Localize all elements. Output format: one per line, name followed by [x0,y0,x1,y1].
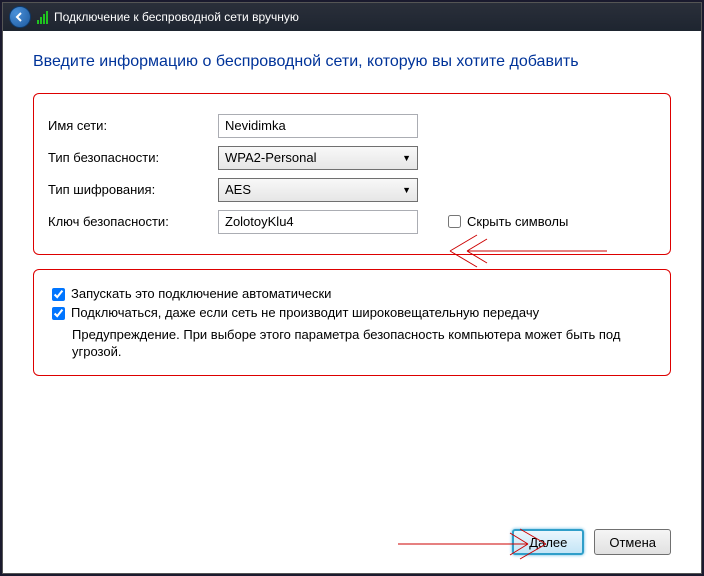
connection-options: Запускать это подключение автоматически … [33,269,671,376]
network-name-label: Имя сети: [48,118,218,133]
chevron-down-icon: ▼ [402,185,411,195]
back-button[interactable] [9,6,31,28]
content-area: Введите информацию о беспроводной сети, … [3,31,701,573]
chevron-down-icon: ▼ [402,153,411,163]
auto-connect-label: Запускать это подключение автоматически [71,286,331,301]
wizard-buttons: Далее Отмена [512,529,671,555]
security-type-value: WPA2-Personal [225,150,317,165]
security-key-label: Ключ безопасности: [48,214,218,229]
auto-connect-checkbox[interactable] [52,288,65,301]
titlebar: Подключение к беспроводной сети вручную [3,3,701,31]
window-title: Подключение к беспроводной сети вручную [54,10,299,24]
arrow-left-icon [14,11,26,23]
hide-characters-option[interactable]: Скрыть символы [448,214,568,229]
encryption-type-dropdown[interactable]: AES ▼ [218,178,418,202]
encryption-type-value: AES [225,182,251,197]
network-name-input[interactable] [218,114,418,138]
cancel-button[interactable]: Отмена [594,529,671,555]
security-key-input[interactable] [218,210,418,234]
connect-hidden-label: Подключаться, даже если сеть не производ… [71,305,539,320]
security-type-label: Тип безопасности: [48,150,218,165]
connect-hidden-option[interactable]: Подключаться, даже если сеть не производ… [52,305,652,320]
next-button[interactable]: Далее [512,529,584,555]
auto-connect-option[interactable]: Запускать это подключение автоматически [52,286,652,301]
security-warning: Предупреждение. При выборе этого парамет… [72,326,652,361]
hide-characters-checkbox[interactable] [448,215,461,228]
wifi-signal-icon [37,10,48,24]
encryption-type-label: Тип шифрования: [48,182,218,197]
security-type-dropdown[interactable]: WPA2-Personal ▼ [218,146,418,170]
network-form: Имя сети: Тип безопасности: WPA2-Persona… [33,93,671,255]
page-heading: Введите информацию о беспроводной сети, … [33,51,633,73]
wizard-window: Подключение к беспроводной сети вручную … [2,2,702,574]
connect-hidden-checkbox[interactable] [52,307,65,320]
hide-characters-label: Скрыть символы [467,214,568,229]
